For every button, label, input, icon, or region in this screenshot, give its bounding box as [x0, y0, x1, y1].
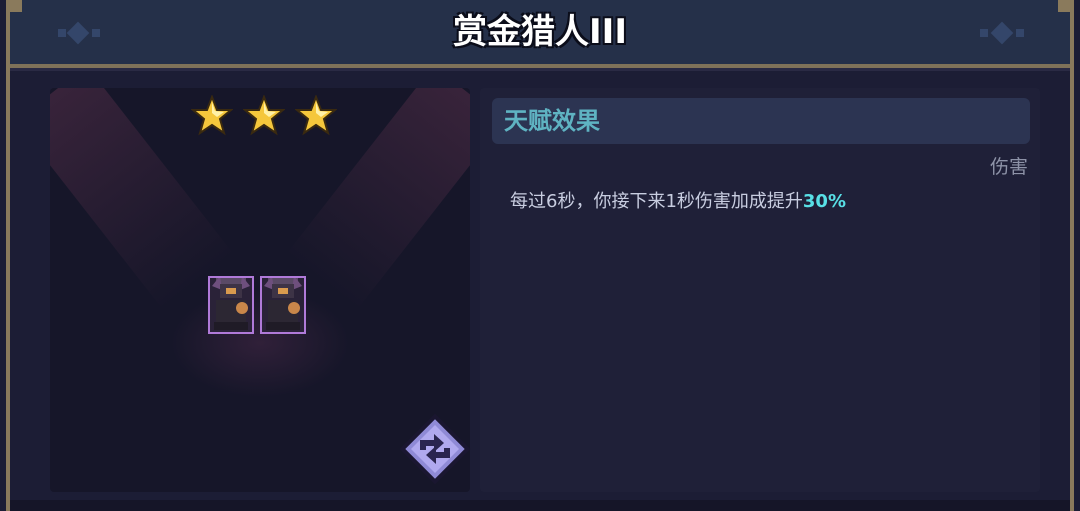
talent-tag: 伤害: [989, 156, 1028, 178]
star-icon: [243, 95, 285, 136]
star-rating: [184, 94, 344, 138]
talent-description-text: 每过6秒，你接下来1秒伤害加成提升: [510, 191, 803, 212]
bounty-hunter-icon: [212, 272, 250, 330]
bounty-hunter-card[interactable]: [260, 272, 306, 334]
bounty-hunter-card[interactable]: [208, 272, 254, 334]
bottom-border: [10, 500, 1070, 511]
star-icon: [295, 95, 337, 136]
talent-description: 每过6秒，你接下来1秒伤害加成提升30%: [510, 188, 846, 216]
talent-panel: [480, 88, 1040, 492]
hero-characters: [208, 272, 306, 334]
refresh-icon: [399, 413, 471, 485]
talent-description-value: 30%: [802, 191, 846, 212]
title-divider-shadow: [10, 68, 1070, 71]
refresh-button[interactable]: [396, 410, 474, 488]
talent-dialog: 赏金猎人III 天赋效果 伤害 每过6秒，你接下来1秒伤害加成提升30%: [0, 0, 1080, 511]
star-icon: [191, 95, 233, 136]
section-title: 天赋效果: [504, 107, 600, 135]
page-title: 赏金猎人III: [453, 12, 627, 52]
bounty-hunter-icon: [264, 272, 302, 330]
